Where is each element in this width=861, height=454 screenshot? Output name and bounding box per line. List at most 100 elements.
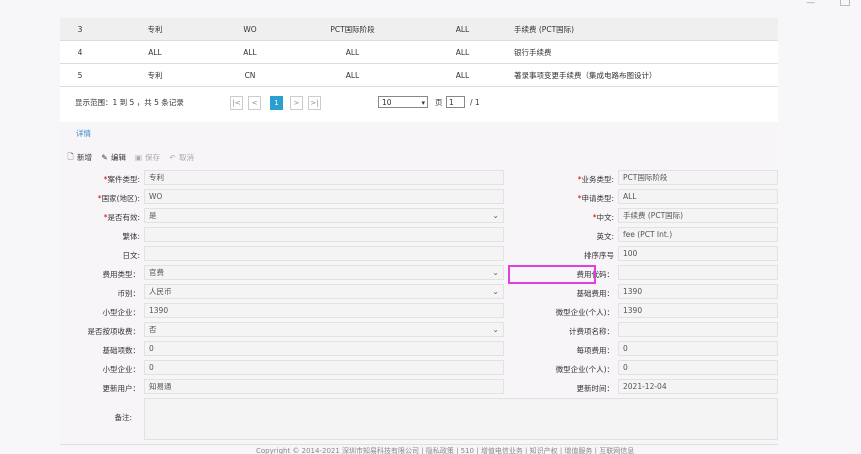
per-item-label: 每项费用： — [576, 346, 615, 355]
fee-type-value: 官费 — [149, 268, 164, 277]
unit-name-field[interactable] — [618, 322, 778, 337]
country-label: *国家(地区): — [97, 194, 140, 203]
cell-case-type: ALL — [100, 40, 210, 64]
edit-label: 编辑 — [111, 152, 126, 162]
sort-label: 排序序号 — [584, 251, 614, 260]
base-items-field[interactable]: 0 — [144, 341, 504, 356]
cell-fee-name: 银行手续费 — [510, 40, 778, 64]
page-number-input[interactable]: 1 — [446, 96, 465, 108]
cancel-button[interactable]: ↶ 取消 — [168, 152, 194, 163]
micro-ent-field[interactable]: 1390 — [618, 303, 778, 318]
restore-icon[interactable] — [840, 0, 850, 6]
country-field[interactable]: WO — [144, 189, 504, 204]
pagination-info: 显示范围：1 到 5 ，共 5 条记录 — [75, 97, 184, 107]
cn-name-field[interactable]: 手续费 (PCT国际) — [618, 208, 778, 223]
save-button[interactable]: ▣ 保存 — [134, 152, 160, 163]
valid-value: 是 — [149, 211, 157, 220]
cell-stage: ALL — [290, 63, 415, 87]
add-button[interactable]: 🗋 新增 — [66, 151, 92, 164]
page-size-value: 10 — [382, 98, 392, 107]
tab-detail[interactable]: 详情 — [76, 128, 91, 139]
detail-panel: 详情 🗋 新增 ✎ 编辑 ▣ 保存 ↶ 取消 *案件类型: 专利 *业务类型: PCT国… — [60, 122, 778, 448]
base-fee-highlight — [508, 265, 596, 284]
updater-label: 更新用户： — [102, 384, 141, 393]
by-item-label: 是否按项收费： — [87, 327, 141, 336]
valid-select[interactable]: 是 ⌄ — [144, 208, 504, 223]
save-icon: ▣ — [134, 152, 143, 162]
currency-select[interactable]: 人民币 ⌄ — [144, 284, 504, 299]
updater-field[interactable]: 知易通 — [144, 379, 504, 394]
edit-button[interactable]: ✎ 编辑 — [100, 152, 126, 163]
apply-type-field[interactable]: ALL — [618, 189, 778, 204]
next-page-button[interactable]: > — [290, 96, 303, 110]
cell-stage: ALL — [290, 40, 415, 64]
biz-type-field[interactable]: PCT国际阶段 — [618, 170, 778, 185]
micro-ent2-field[interactable]: 0 — [618, 360, 778, 375]
table-row[interactable]: 4 ALL ALL ALL ALL 银行手续费 — [60, 40, 778, 64]
small-ent-label: 小型企业： — [102, 308, 141, 317]
pencil-icon: ✎ — [101, 152, 108, 162]
apply-type-label: *申请类型: — [577, 194, 614, 203]
cell-apply-type: ALL — [415, 18, 510, 41]
per-item-field[interactable]: 0 — [618, 341, 778, 356]
base-fee-label: 基础费用： — [576, 289, 615, 298]
chevron-down-icon: ⌄ — [492, 211, 499, 220]
biz-type-label: *业务类型: — [577, 175, 614, 184]
update-time-label: 更新时间： — [576, 384, 615, 393]
small-ent2-field[interactable]: 0 — [144, 360, 504, 375]
cell-apply-type: ALL — [415, 63, 510, 87]
fee-table: 3 专利 WO PCT国际阶段 ALL 手续费 (PCT国际) 4 ALL AL… — [60, 18, 778, 87]
cell-apply-type: ALL — [415, 40, 510, 64]
en-name-field[interactable]: fee (PCT Int.) — [618, 227, 778, 242]
fee-type-select[interactable]: 官费 ⌄ — [144, 265, 504, 280]
add-label: 新增 — [77, 152, 92, 162]
currency-value: 人民币 — [149, 287, 172, 296]
new-file-icon: 🗋 — [67, 151, 74, 161]
undo-icon: ↶ — [169, 152, 176, 162]
fee-type-label: 费用类型： — [102, 270, 141, 279]
cell-no: 3 — [60, 18, 100, 41]
footer: Copyright © 2014-2021 深圳市知易科技有限公司 | 隐私政策… — [60, 444, 778, 454]
trad-label: 繁体: — [122, 232, 140, 241]
case-type-field[interactable]: 专利 — [144, 170, 504, 185]
micro-ent-label: 微型企业(个人)： — [555, 308, 614, 317]
update-time-field[interactable]: 2021-12-04 — [618, 379, 778, 394]
cell-no: 5 — [60, 63, 100, 87]
cell-country: WO — [210, 18, 290, 41]
page-total: / 1 — [470, 98, 480, 107]
pagination: 显示范围：1 到 5 ，共 5 条记录 |< < 1 > >| 10 ▾ 页 1 … — [60, 90, 778, 114]
save-label: 保存 — [145, 152, 160, 162]
page-size-select[interactable]: 10 ▾ — [378, 96, 428, 108]
valid-label: *是否有效: — [103, 213, 140, 222]
first-page-button[interactable]: |< — [230, 96, 243, 110]
trad-field[interactable] — [144, 227, 504, 242]
chevron-down-icon: ⌄ — [492, 325, 499, 334]
jp-field[interactable] — [144, 246, 504, 261]
minimize-icon[interactable]: — — [806, 0, 818, 8]
main-panel: 3 专利 WO PCT国际阶段 ALL 手续费 (PCT国际) 4 ALL AL… — [60, 18, 778, 448]
table-row[interactable]: 3 专利 WO PCT国际阶段 ALL 手续费 (PCT国际) — [60, 18, 778, 41]
base-fee-field[interactable]: 1390 — [618, 284, 778, 299]
cell-fee-name: 著录事项变更手续费（集成电路布图设计） — [510, 63, 778, 87]
cell-fee-name: 手续费 (PCT国际) — [510, 18, 778, 41]
by-item-select[interactable]: 否 ⌄ — [144, 322, 504, 337]
remark-textarea[interactable] — [144, 398, 778, 440]
current-page-button[interactable]: 1 — [270, 96, 283, 110]
detail-toolbar: 🗋 新增 ✎ 编辑 ▣ 保存 ↶ 取消 — [66, 150, 202, 164]
unit-name-label: 计费项名称： — [569, 327, 614, 336]
cancel-label: 取消 — [179, 152, 194, 162]
cell-country: CN — [210, 63, 290, 87]
sort-field[interactable]: 100 — [618, 246, 778, 261]
small-ent-field[interactable]: 1390 — [144, 303, 504, 318]
chevron-down-icon: ⌄ — [492, 287, 499, 296]
cn-name-label: *中文: — [592, 213, 614, 222]
micro-ent2-label: 微型企业(个人)： — [555, 365, 614, 374]
cell-stage: PCT国际阶段 — [290, 18, 415, 41]
en-name-label: 英文: — [596, 232, 614, 241]
table-row[interactable]: 5 专利 CN ALL ALL 著录事项变更手续费（集成电路布图设计） — [60, 63, 778, 87]
cell-no: 4 — [60, 40, 100, 64]
prev-page-button[interactable]: < — [248, 96, 261, 110]
last-page-button[interactable]: >| — [308, 96, 321, 110]
chevron-down-icon: ⌄ — [492, 268, 499, 277]
fee-code-field[interactable] — [618, 265, 778, 280]
